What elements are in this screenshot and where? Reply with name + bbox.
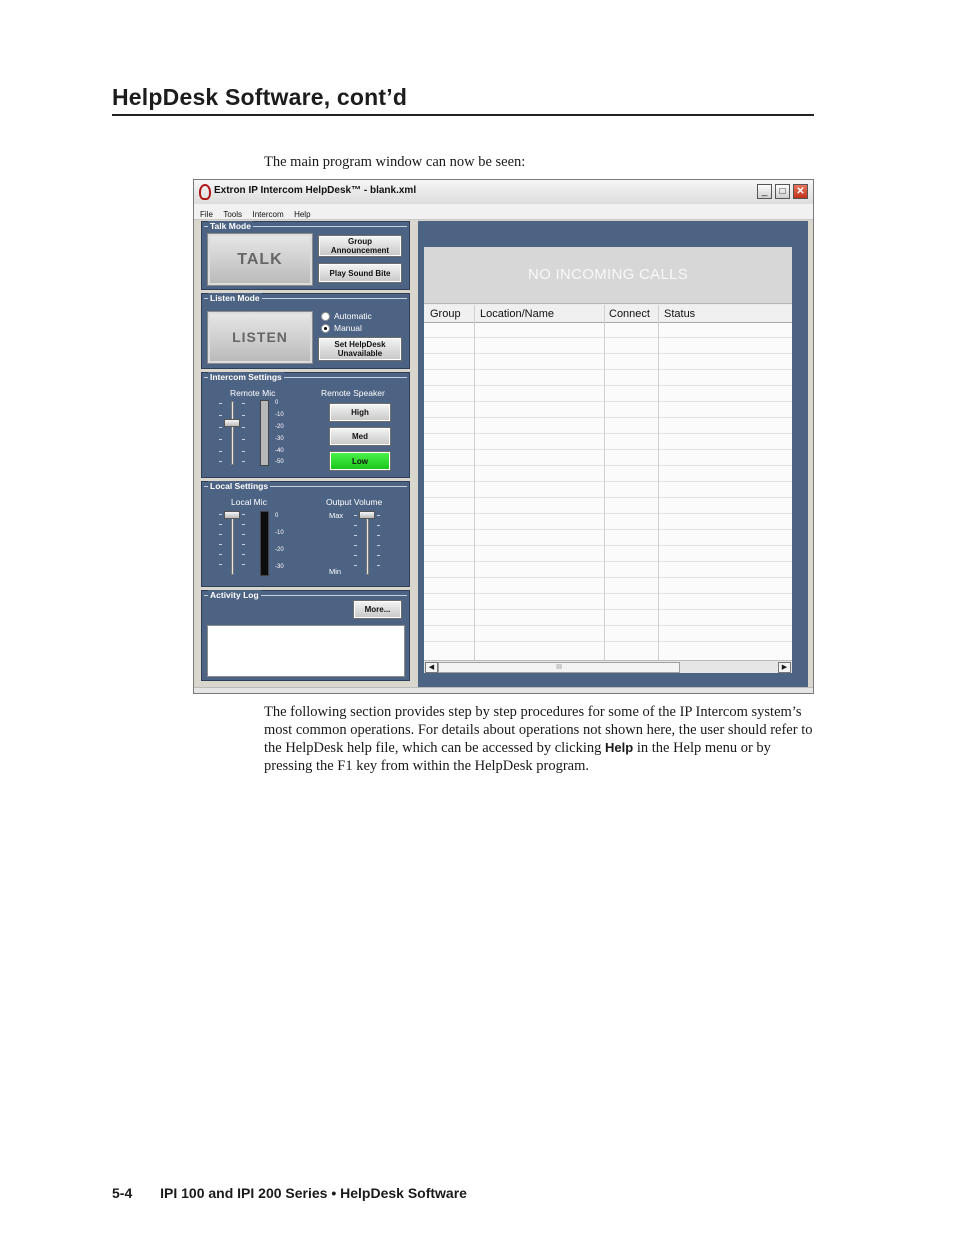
right-pane: NO INCOMING CALLS Group Location/Name Co… — [418, 221, 808, 689]
set-helpdesk-unavailable-button[interactable]: Set HelpDesk Unavailable — [318, 337, 402, 361]
help-emphasis: Help — [605, 740, 634, 755]
horizontal-scrollbar[interactable]: ◀ III ▶ — [424, 660, 792, 673]
set-line2: Unavailable — [337, 349, 383, 358]
remote-mic-track — [231, 401, 234, 465]
column-status[interactable]: Status — [664, 308, 695, 320]
low-button[interactable]: Low — [329, 451, 391, 471]
talk-mode-panel: Talk Mode TALK Group Announcement Play S… — [201, 221, 410, 290]
talk-mode-label: Talk Mode — [208, 221, 253, 231]
menu-bar: File Tools Intercom Help — [194, 204, 813, 220]
max-label: Max — [329, 511, 344, 520]
talk-button[interactable]: TALK — [207, 233, 313, 286]
group-announcement-button[interactable]: Group Announcement — [318, 235, 402, 257]
remote-mic-meter — [260, 400, 269, 466]
heading-rule — [112, 114, 814, 116]
activity-log-panel: Activity Log More... — [201, 590, 410, 681]
title-bar: Extron IP Intercom HelpDesk™ - blank.xml… — [194, 180, 813, 205]
local-scale-10: -10 — [275, 530, 284, 536]
remote-mic-ticks — [219, 401, 222, 463]
body-paragraph: The following section provides step by s… — [264, 703, 814, 775]
page-heading: HelpDesk Software, cont’d — [112, 84, 408, 110]
intercom-settings-label: Intercom Settings — [208, 372, 284, 382]
calls-area: NO INCOMING CALLS Group Location/Name Co… — [424, 247, 792, 673]
remote-speaker-label: Remote Speaker — [321, 388, 385, 398]
remote-mic-ticks-right — [242, 401, 245, 463]
calls-table-header: Group Location/Name Connect Status — [424, 305, 792, 323]
remote-mic-slider[interactable] — [224, 419, 240, 427]
scale-20: -20 — [275, 424, 284, 430]
local-mic-meter — [260, 511, 269, 576]
listen-mode-label: Listen Mode — [208, 293, 262, 303]
play-sound-bite-button[interactable]: Play Sound Bite — [318, 263, 402, 283]
arrow-right-icon[interactable]: ▶ — [778, 662, 791, 673]
local-mic-ticks-right — [242, 512, 245, 572]
window-title: Extron IP Intercom HelpDesk™ - blank.xml — [214, 185, 417, 196]
automatic-radio[interactable] — [321, 312, 330, 321]
scale-30: -30 — [275, 436, 284, 442]
column-location-name[interactable]: Location/Name — [480, 308, 554, 320]
menu-help[interactable]: Help — [294, 210, 310, 219]
footer: 5-4 IPI 100 and IPI 200 Series • HelpDes… — [112, 1185, 467, 1201]
column-separator — [474, 305, 475, 660]
helpdesk-window: Extron IP Intercom HelpDesk™ - blank.xml… — [193, 179, 814, 694]
footer-title: IPI 100 and IPI 200 Series • HelpDesk So… — [160, 1185, 467, 1201]
local-mic-label: Local Mic — [231, 497, 267, 507]
local-mic-slider[interactable] — [224, 511, 240, 519]
remote-mic-label: Remote Mic — [230, 388, 276, 398]
local-mic-ticks — [219, 512, 222, 572]
more-button[interactable]: More... — [353, 600, 402, 619]
group-line1: Group — [348, 237, 372, 246]
column-group[interactable]: Group — [430, 308, 461, 320]
med-button[interactable]: Med — [329, 427, 391, 446]
calls-table-body[interactable] — [424, 322, 792, 660]
high-button[interactable]: High — [329, 403, 391, 422]
column-separator — [658, 305, 659, 660]
manual-label: Manual — [334, 323, 362, 333]
local-settings-label: Local Settings — [208, 481, 271, 491]
close-button[interactable]: ✕ — [793, 184, 808, 199]
output-volume-slider[interactable] — [359, 511, 375, 519]
local-scale-0: 0 — [275, 513, 279, 519]
output-volume-track — [366, 511, 369, 575]
scale-10: -10 — [275, 412, 284, 418]
scale-50: -50 — [275, 459, 284, 465]
listen-button[interactable]: LISTEN — [207, 311, 313, 364]
page-number: 5-4 — [112, 1185, 133, 1201]
no-incoming-calls-banner: NO INCOMING CALLS — [424, 247, 792, 304]
local-mic-track — [231, 511, 234, 575]
intercom-settings-panel: Intercom Settings Remote Mic 0 -10 -20 -… — [201, 372, 410, 478]
minimize-button[interactable]: _ — [757, 184, 772, 199]
left-pane: Talk Mode TALK Group Announcement Play S… — [201, 221, 411, 681]
menu-tools[interactable]: Tools — [223, 210, 242, 219]
set-line1: Set HelpDesk — [334, 340, 386, 349]
menu-file[interactable]: File — [200, 210, 213, 219]
activity-log-label: Activity Log — [208, 590, 261, 600]
local-settings-panel: Local Settings Local Mic 0 -10 -20 -30 O… — [201, 481, 410, 587]
scale-0: 0 — [275, 400, 279, 406]
extron-logo-icon — [199, 184, 211, 200]
maximize-button[interactable]: □ — [775, 184, 790, 199]
listen-mode-panel: Listen Mode LISTEN Automatic Manual Set … — [201, 293, 410, 369]
menu-intercom[interactable]: Intercom — [252, 210, 283, 219]
group-line2: Announcement — [330, 246, 390, 255]
output-volume-label: Output Volume — [326, 497, 383, 507]
scroll-thumb[interactable]: III — [438, 662, 680, 673]
output-volume-ticks — [354, 513, 357, 573]
output-volume-ticks-right — [377, 513, 380, 573]
min-label: Min — [329, 567, 342, 576]
status-bar — [194, 687, 813, 693]
intro-text: The main program window can now be seen: — [264, 154, 526, 170]
activity-log-box[interactable] — [207, 625, 405, 677]
automatic-label: Automatic — [334, 311, 372, 321]
local-scale-20: -20 — [275, 547, 284, 553]
column-connect[interactable]: Connect — [609, 308, 650, 320]
column-separator — [604, 305, 605, 660]
manual-radio[interactable] — [321, 324, 330, 333]
arrow-left-icon[interactable]: ◀ — [425, 662, 438, 673]
scale-40: -40 — [275, 448, 284, 454]
local-scale-30: -30 — [275, 564, 284, 570]
